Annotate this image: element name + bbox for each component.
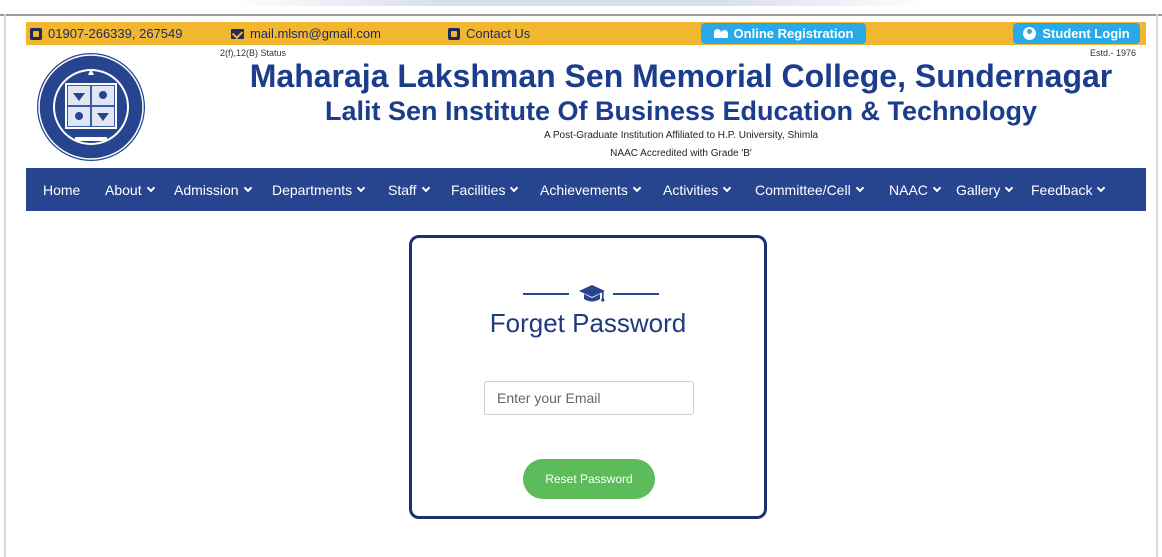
main-navigation: Home About Admission Departments Staff F… <box>26 168 1146 211</box>
mail-icon <box>231 28 244 39</box>
email-contact[interactable]: mail.mlsm@gmail.com <box>231 22 381 45</box>
nav-item-facilities[interactable]: Facilities <box>451 168 519 211</box>
nav-item-departments[interactable]: Departments <box>272 168 366 211</box>
nav-item-home[interactable]: Home <box>43 168 80 211</box>
student-login-button[interactable]: Student Login <box>1013 23 1140 44</box>
online-registration-label: Online Registration <box>733 26 854 41</box>
decor-line-right <box>613 293 659 295</box>
nav-label: Departments <box>272 181 353 198</box>
form-title: Forget Password <box>489 308 687 338</box>
online-registration-button[interactable]: Online Registration <box>701 23 866 44</box>
chevron-down-icon <box>421 183 430 192</box>
nav-label: Admission <box>174 181 239 198</box>
nav-item-staff[interactable]: Staff <box>388 168 430 211</box>
phone-icon <box>30 27 42 40</box>
nav-item-committee-cell[interactable]: Committee/Cell <box>755 168 864 211</box>
nav-label: Gallery <box>956 181 1001 198</box>
chevron-down-icon <box>855 183 864 192</box>
background-banner-remnant <box>230 0 930 6</box>
chevron-down-icon <box>632 183 642 192</box>
contact-card-icon <box>448 27 460 40</box>
college-title: Maharaja Lakshman Sen Memorial College, … <box>249 58 1113 94</box>
affiliation-text: A Post-Graduate Institution Affiliated t… <box>543 130 819 141</box>
student-login-label: Student Login <box>1042 26 1130 41</box>
chevron-down-icon <box>722 183 732 192</box>
title-decoration <box>523 284 659 304</box>
graduation-cap-icon <box>579 285 605 302</box>
chevron-down-icon <box>356 183 366 192</box>
chevron-down-icon <box>1005 183 1014 192</box>
nav-label: Feedback <box>1031 181 1093 198</box>
nav-label: Committee/Cell <box>755 181 851 198</box>
phone-contact[interactable]: 01907-266339, 267549 <box>30 22 182 45</box>
status-text: 2(f),12(B) Status <box>220 48 287 58</box>
contact-us-link[interactable]: Contact Us <box>448 22 530 45</box>
chevron-down-icon <box>510 183 519 192</box>
nav-label: Achievements <box>540 181 628 198</box>
page: 01907-266339, 267549 mail.mlsm@gmail.com… <box>0 0 1162 557</box>
nav-item-about[interactable]: About <box>105 168 155 211</box>
nav-item-activities[interactable]: Activities <box>663 168 732 211</box>
nav-label: Facilities <box>451 181 506 198</box>
contact-us-label: Contact Us <box>466 26 531 41</box>
institute-title: Lalit Sen Institute Of Business Educatio… <box>324 96 1038 126</box>
chevron-down-icon <box>243 183 252 192</box>
nav-label: Staff <box>388 181 417 198</box>
nav-label: NAAC <box>889 181 928 198</box>
top-bar: 01907-266339, 267549 mail.mlsm@gmail.com… <box>26 22 1146 45</box>
decor-line-left <box>523 293 569 295</box>
phone-number: 01907-266339, 267549 <box>48 26 183 41</box>
users-icon <box>713 29 728 38</box>
reset-password-button[interactable]: Reset Password <box>523 459 655 499</box>
email-address: mail.mlsm@gmail.com <box>250 26 381 41</box>
established-text: Estd.- 1976 <box>1090 48 1137 58</box>
nav-label: About <box>105 181 142 198</box>
top-divider <box>0 14 1162 16</box>
nav-item-feedback[interactable]: Feedback <box>1031 168 1106 211</box>
forget-password-card: Forget Password Reset Password <box>409 235 767 519</box>
nav-item-gallery[interactable]: Gallery <box>956 168 1014 211</box>
nav-item-admission[interactable]: Admission <box>174 168 252 211</box>
chevron-down-icon <box>146 183 155 192</box>
user-circle-icon <box>1023 27 1037 40</box>
accreditation-text: NAAC Accredited with Grade 'B' <box>610 148 752 159</box>
nav-item-naac[interactable]: NAAC <box>889 168 942 211</box>
nav-item-achievements[interactable]: Achievements <box>540 168 642 211</box>
nav-label: Home <box>43 181 81 198</box>
chevron-down-icon <box>1097 183 1106 192</box>
chevron-down-icon <box>932 183 942 192</box>
email-input[interactable] <box>484 381 694 415</box>
nav-label: Activities <box>663 181 719 198</box>
